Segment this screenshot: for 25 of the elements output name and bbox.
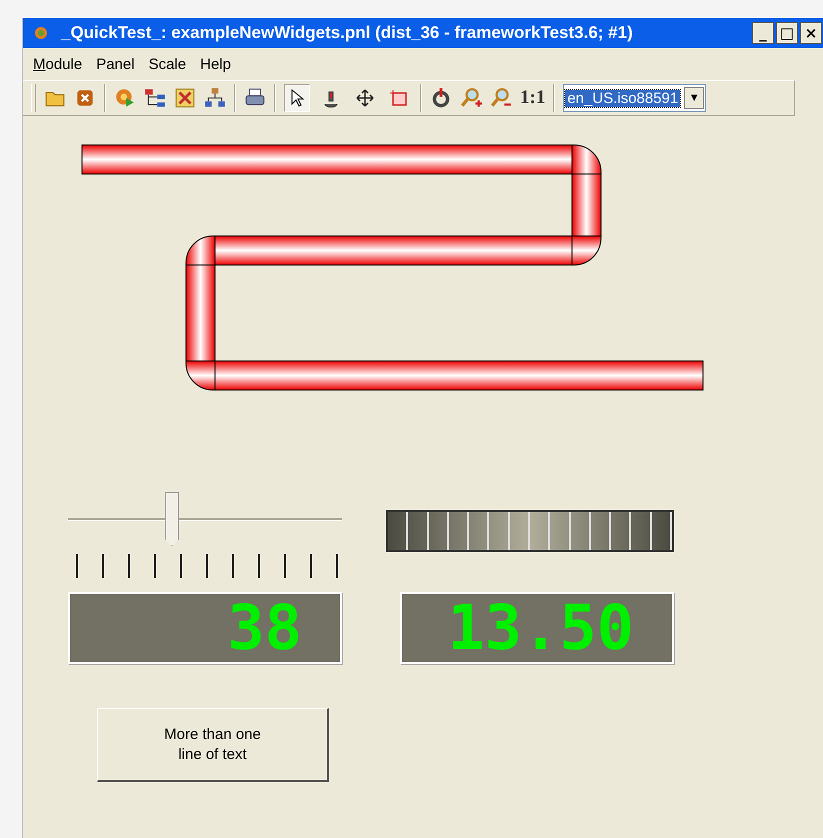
tools-icon[interactable] (174, 87, 196, 109)
thumbwheel[interactable] (386, 510, 674, 552)
minimize-button[interactable]: _ (752, 22, 774, 44)
zoom-out-icon[interactable] (490, 87, 512, 109)
gear-icon[interactable] (114, 87, 136, 109)
window-title: _QuickTest_: exampleNewWidgets.pnl (dist_36 - frameworkTest3.6; #1) (61, 23, 633, 43)
locale-dropdown[interactable]: en_US.iso88591 ▼ (563, 84, 706, 112)
hierarchy-icon[interactable] (204, 87, 226, 109)
menu-item[interactable]: Panel (96, 56, 135, 72)
menu-item[interactable]: Help (200, 56, 231, 72)
slider-thumb[interactable] (165, 492, 180, 546)
lcd-value: 13.50 (447, 595, 634, 661)
menu-item[interactable]: Scale (148, 56, 186, 72)
close-button[interactable]: × (800, 22, 822, 44)
lcd-value: 38 (227, 595, 302, 661)
maximize-button[interactable]: □ (776, 22, 798, 44)
menu-item[interactable]: Module (33, 56, 82, 72)
zoom-reset-button[interactable]: 1:1 (520, 87, 546, 109)
target-icon[interactable] (430, 87, 452, 109)
gear-icon (33, 25, 49, 41)
tree-icon[interactable] (144, 87, 166, 109)
pointer-icon[interactable] (284, 84, 310, 112)
push-button[interactable]: More than one line of text (97, 708, 329, 782)
zoom-in-icon[interactable] (460, 87, 482, 109)
slider[interactable] (68, 492, 342, 578)
